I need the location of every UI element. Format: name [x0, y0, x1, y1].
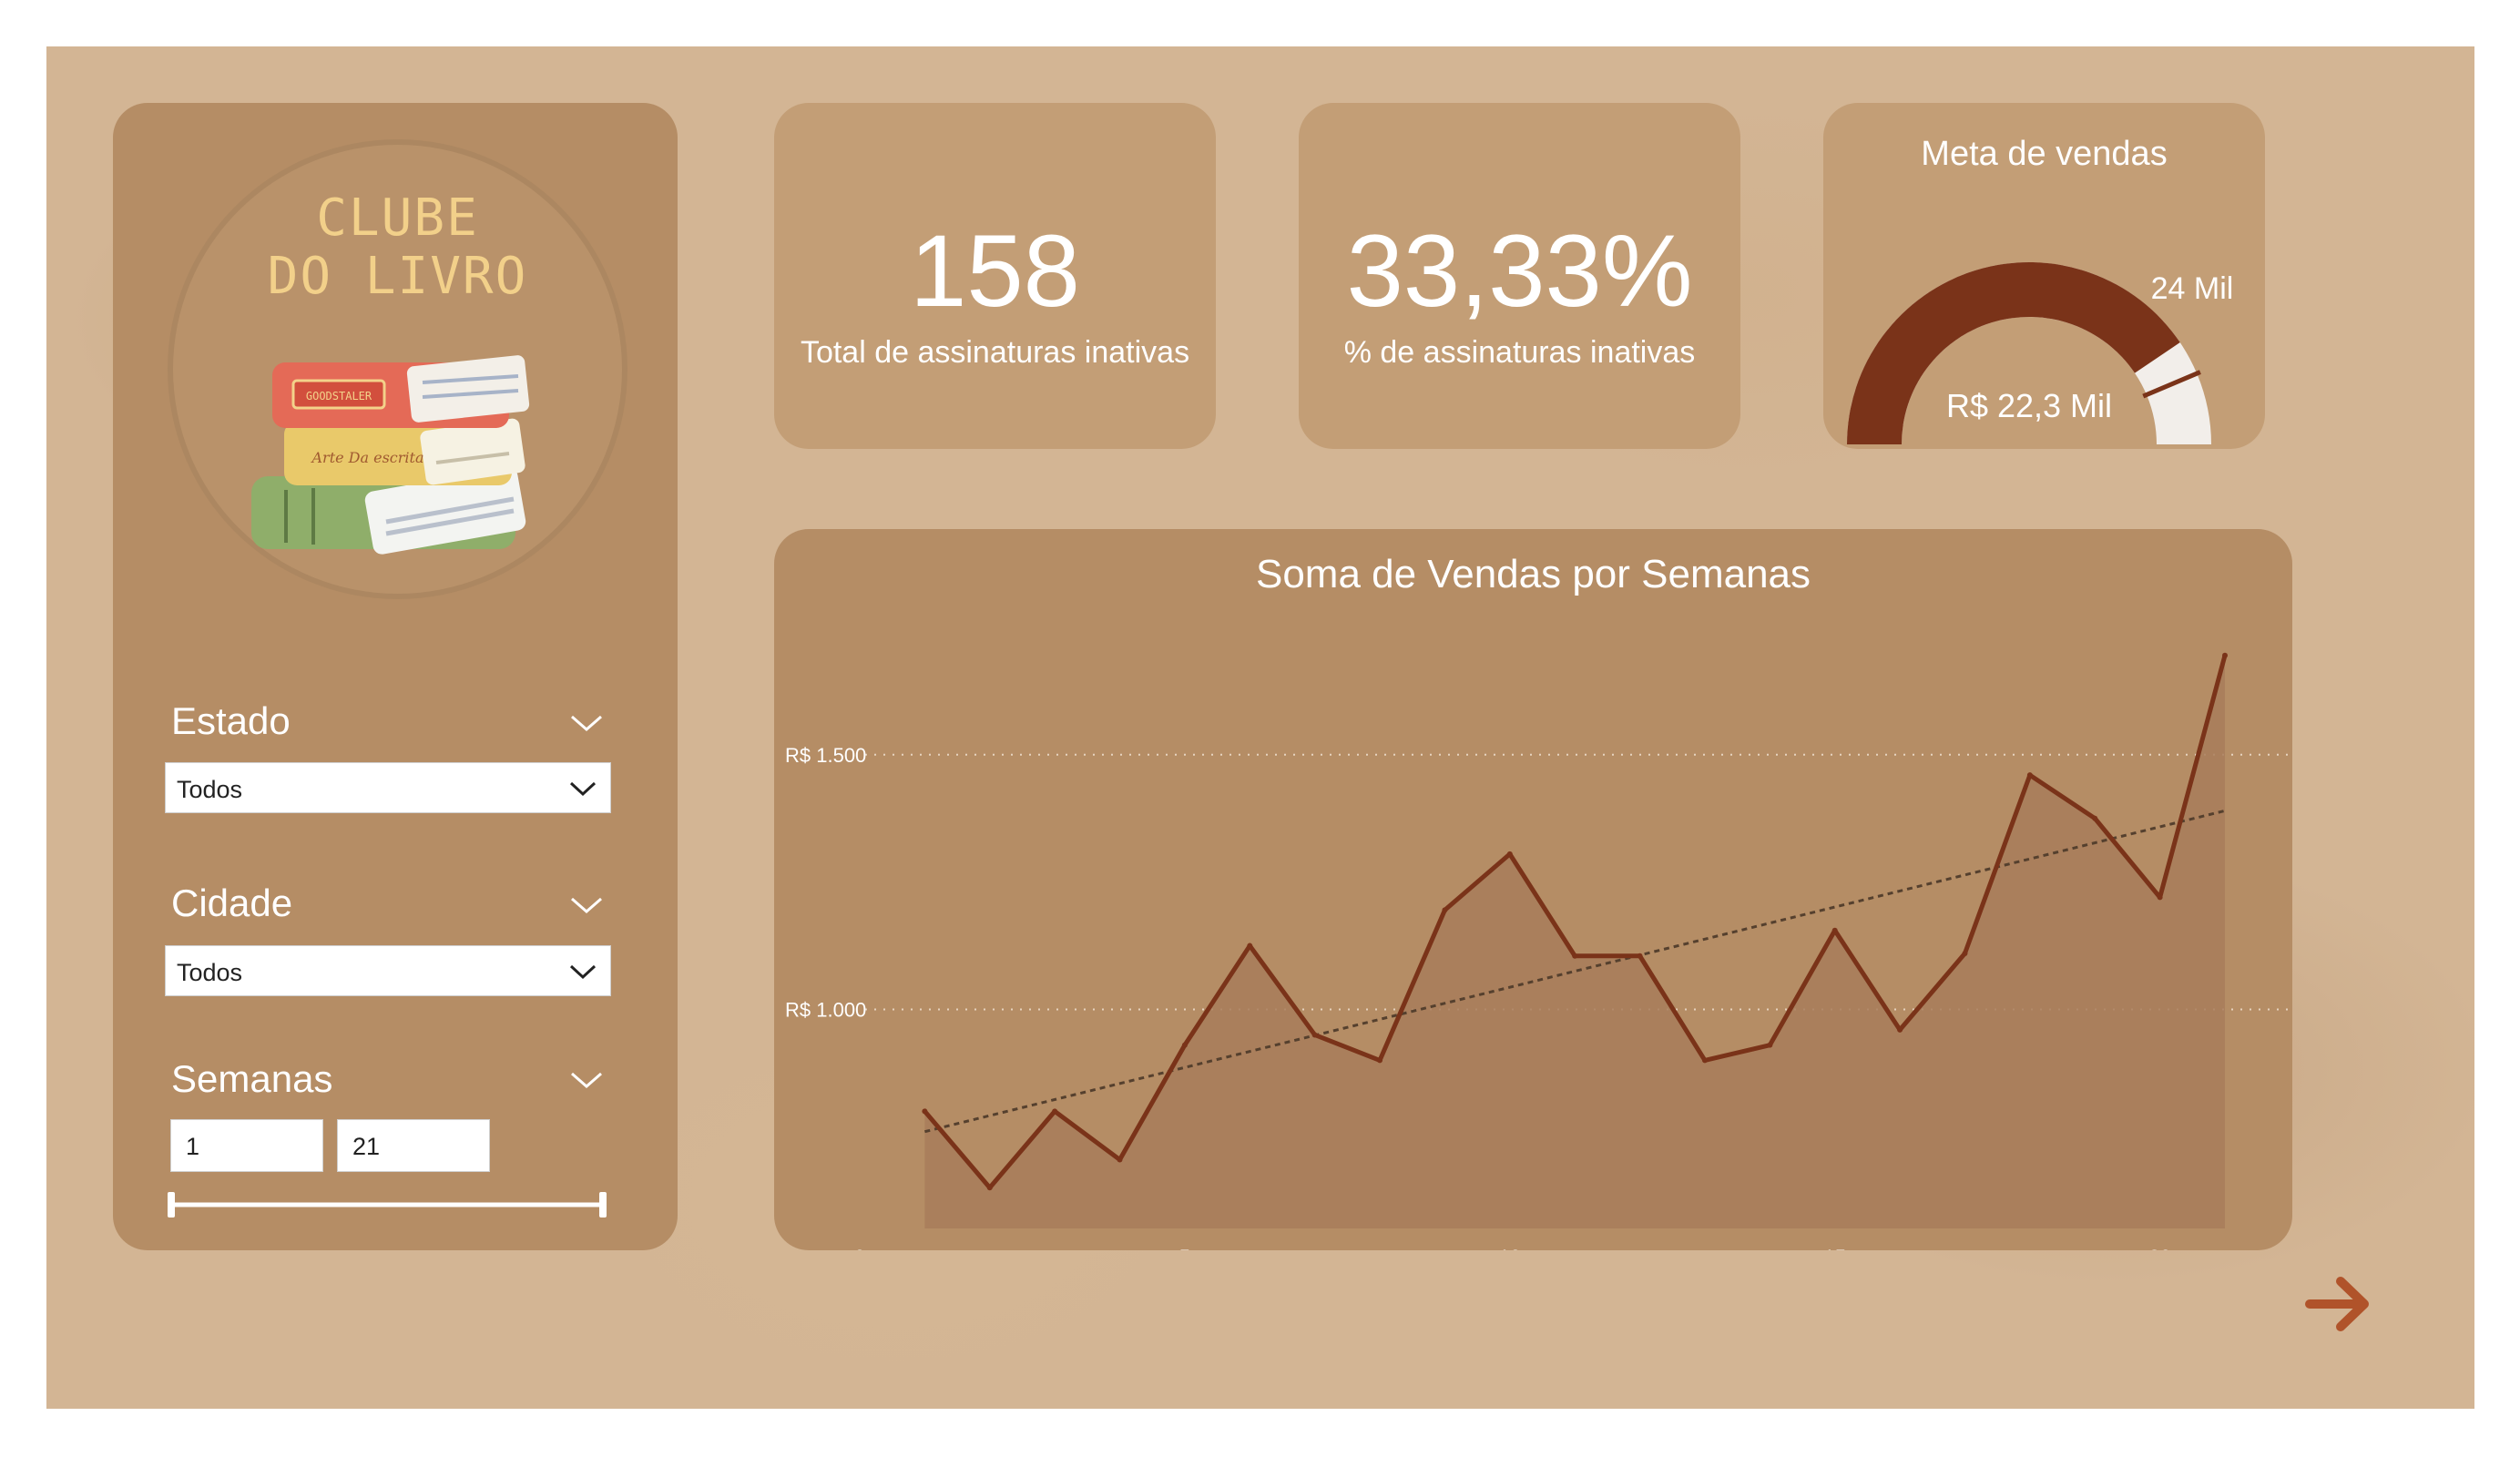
- pct-inactive-card: 33,33% % de assinaturas inativas: [1299, 103, 1740, 449]
- sales-point: [1767, 1042, 1773, 1048]
- cidade-collapse-chevron-icon[interactable]: [568, 893, 605, 917]
- x-tick-label: 10: [1499, 1246, 1521, 1250]
- y-tick-label: R$ 1.500: [785, 744, 866, 767]
- sales-point: [1311, 1032, 1318, 1038]
- estado-collapse-chevron-icon[interactable]: [568, 711, 605, 735]
- sales-point: [2026, 772, 2033, 779]
- sales-point: [2157, 894, 2163, 901]
- sales-point: [2222, 652, 2228, 658]
- sales-point: [1181, 1042, 1188, 1048]
- x-tick-label: 0: [854, 1246, 865, 1250]
- sales-area: [924, 655, 2225, 1228]
- cidade-selected-value: Todos: [177, 959, 243, 986]
- sales-point: [2092, 815, 2098, 821]
- sales-point: [1701, 1057, 1708, 1064]
- semanas-collapse-chevron-icon[interactable]: [568, 1068, 605, 1092]
- total-inactive-label: Total de assinaturas inativas: [800, 335, 1190, 370]
- x-tick-label: 15: [1823, 1246, 1845, 1250]
- x-tick-label: 20: [2148, 1246, 2170, 1250]
- estado-dropdown[interactable]: Todos: [165, 762, 611, 813]
- total-inactive-card: 158 Total de assinaturas inativas: [774, 103, 1216, 449]
- cidade-dropdown[interactable]: Todos: [165, 945, 611, 996]
- books-stack-icon: GOODSTALER Arte Da escrita: [251, 355, 530, 555]
- sales-point: [1831, 927, 1838, 933]
- total-inactive-value: 158: [910, 214, 1080, 328]
- semanas-min-input[interactable]: 1: [170, 1119, 323, 1172]
- sales-point: [1506, 851, 1513, 857]
- sales-point: [1897, 1026, 1903, 1033]
- estado-slicer-title: Estado: [171, 699, 291, 742]
- sales-goal-gauge: R$ 22,3 Mil 24 Mil: [1847, 262, 2234, 444]
- pct-inactive-value: 33,33%: [1346, 214, 1693, 328]
- sales-point: [1572, 953, 1578, 959]
- semanas-max-input[interactable]: 21: [337, 1119, 490, 1172]
- sales-point: [922, 1108, 928, 1115]
- sales-point: [1962, 950, 1968, 956]
- chevron-down-icon: [569, 964, 597, 980]
- sales-goal-gauge-card: Meta de vendas R$ 22,3 Mil 24 Mil: [1823, 103, 2265, 449]
- logo-text: CLUBE DO LIVRO: [267, 188, 528, 306]
- semanas-range-slider[interactable]: [165, 1187, 611, 1223]
- gauge-value-label: R$ 22,3 Mil: [1946, 387, 2112, 424]
- sales-point: [1052, 1108, 1058, 1115]
- sales-point: [1117, 1156, 1123, 1163]
- gauge-target-label: 24 Mil: [2151, 271, 2234, 306]
- cidade-slicer-title: Cidade: [171, 881, 293, 924]
- chart-plot: R$ 1.000 R$ 1.500 0 5 10 15 20: [785, 652, 2292, 1250]
- book-spine-1-text: GOODSTALER: [306, 390, 372, 402]
- range-min-handle: [168, 1192, 175, 1218]
- clube-do-livro-logo: CLUBE DO LIVRO GOODSTALER Arte Da escrit…: [168, 139, 627, 599]
- range-max-handle: [599, 1192, 607, 1218]
- sales-point: [1442, 907, 1448, 913]
- arrow-right-icon[interactable]: [2304, 1272, 2377, 1336]
- sales-point: [986, 1185, 993, 1191]
- book-spine-2-text: Arte Da escrita: [310, 449, 423, 466]
- sales-by-week-chart: Soma de Vendas por Semanas R$ 1.000 R$ 1.…: [774, 529, 2292, 1250]
- sales-point: [1247, 942, 1253, 949]
- x-tick-label: 5: [1179, 1246, 1190, 1250]
- semanas-slicer-title: Semanas: [171, 1057, 333, 1100]
- y-tick-label: R$ 1.000: [785, 998, 866, 1021]
- filter-sidebar: CLUBE DO LIVRO GOODSTALER Arte Da escrit…: [113, 103, 678, 1250]
- sales-point: [1637, 953, 1643, 959]
- sales-point: [1377, 1057, 1383, 1064]
- pct-inactive-label: % de assinaturas inativas: [1343, 335, 1696, 370]
- estado-selected-value: Todos: [177, 776, 243, 803]
- chevron-down-icon: [569, 781, 597, 797]
